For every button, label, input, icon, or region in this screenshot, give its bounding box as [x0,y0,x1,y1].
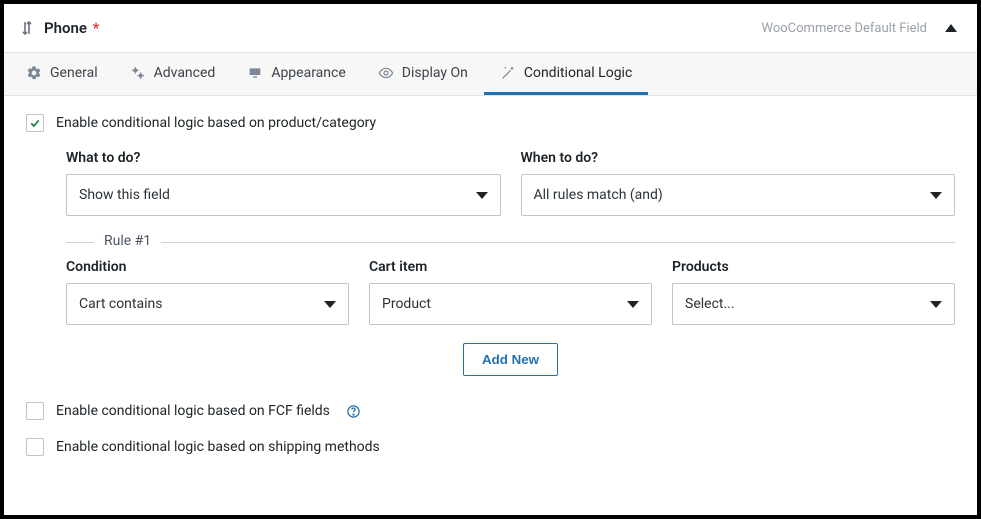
chevron-down-icon [476,192,488,199]
gear-icon [26,65,42,81]
enable-product-label: Enable conditional logic based on produc… [56,115,376,131]
rule-legend: Rule #1 [94,233,161,249]
what-to-do-label: What to do? [66,150,501,166]
panel-header: Phone * WooCommerce Default Field [4,4,977,52]
select-value: All rules match (and) [534,187,663,203]
collapse-caret-icon[interactable] [945,24,957,32]
select-value: Show this field [79,187,170,203]
condition-select[interactable]: Cart contains [66,283,349,325]
field-name: Phone [44,19,87,37]
settings-tabs: General Advanced Appearance Display On C… [4,52,977,96]
required-marker: * [93,19,100,37]
products-label: Products [672,259,955,275]
when-to-do-label: When to do? [521,150,956,166]
condition-label: Condition [66,259,349,275]
action-row: What to do? Show this field When to do? … [66,150,955,216]
enable-fcf-checkbox[interactable] [26,402,44,420]
tab-appearance[interactable]: Appearance [231,53,361,95]
enable-shipping-row: Enable conditional logic based on shippi… [26,438,955,456]
chevron-down-icon [930,192,942,199]
tab-label: Conditional Logic [524,65,632,81]
field-settings-panel: Phone * WooCommerce Default Field Genera… [0,0,981,519]
enable-product-checkbox[interactable] [26,114,44,132]
enable-shipping-label: Enable conditional logic based on shippi… [56,439,380,455]
field-type-label: WooCommerce Default Field [762,21,928,36]
tab-label: Display On [402,65,468,81]
enable-fcf-row: Enable conditional logic based on FCF fi… [26,402,955,420]
tab-general[interactable]: General [10,53,114,95]
rule-fieldset: Rule #1 Condition Cart contains Cart ite… [66,242,955,376]
gears-icon [130,65,146,81]
chevron-down-icon [627,301,639,308]
chevron-down-icon [930,301,942,308]
tab-label: Advanced [154,65,216,81]
select-value: Select... [685,296,735,312]
appearance-icon [247,65,263,81]
tab-label: Appearance [271,65,345,81]
cart-item-select[interactable]: Product [369,283,652,325]
chevron-down-icon [324,301,336,308]
products-select[interactable]: Select... [672,283,955,325]
select-value: Cart contains [79,296,162,312]
eye-icon [378,65,394,81]
tab-advanced[interactable]: Advanced [114,53,232,95]
panel-title: Phone * [44,19,99,37]
drag-handle-icon[interactable] [10,20,44,36]
cart-item-label: Cart item [369,259,652,275]
when-to-do-select[interactable]: All rules match (and) [521,174,956,216]
tab-conditional-logic[interactable]: Conditional Logic [484,53,648,95]
tab-content: Enable conditional logic based on produc… [4,96,977,456]
tab-label: General [50,65,98,81]
wand-icon [500,65,516,81]
what-to-do-select[interactable]: Show this field [66,174,501,216]
enable-fcf-label: Enable conditional logic based on FCF fi… [56,403,330,419]
tab-display-on[interactable]: Display On [362,53,484,95]
add-new-button[interactable]: Add New [463,343,558,376]
enable-product-row: Enable conditional logic based on produc… [26,114,955,132]
enable-shipping-checkbox[interactable] [26,438,44,456]
select-value: Product [382,296,431,312]
help-icon[interactable] [346,404,361,419]
